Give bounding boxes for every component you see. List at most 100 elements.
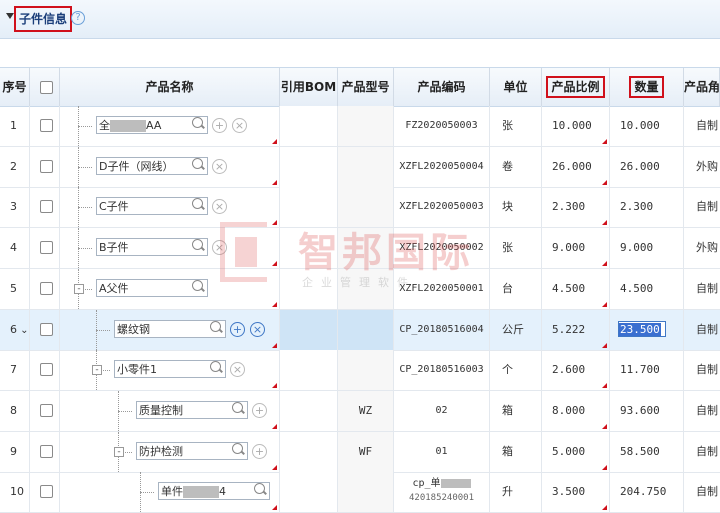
ratio-cell[interactable]: 4.500 <box>542 268 610 309</box>
row-select[interactable] <box>30 350 60 391</box>
ref-bom-cell[interactable] <box>280 187 338 228</box>
product-name-input[interactable]: 防护检测 <box>136 441 248 460</box>
ref-bom-cell[interactable] <box>280 350 338 391</box>
add-child-icon[interactable]: + <box>212 118 227 133</box>
search-icon[interactable] <box>192 239 203 251</box>
product-name-input[interactable]: B子件 <box>96 238 208 257</box>
row-checkbox[interactable] <box>40 241 53 255</box>
remove-icon[interactable]: × <box>232 118 247 133</box>
row-checkbox[interactable] <box>40 281 53 295</box>
redacted-text <box>440 478 471 488</box>
row-checkbox[interactable] <box>40 485 53 499</box>
ref-bom-cell[interactable] <box>280 228 338 269</box>
product-name-input[interactable]: C子件 <box>96 197 208 216</box>
ratio-cell[interactable]: 5.222 <box>542 309 610 350</box>
row-checkbox[interactable] <box>40 322 53 336</box>
qty-cell[interactable]: 4.500 <box>610 268 684 309</box>
remove-icon[interactable]: × <box>250 321 265 337</box>
product-name-input[interactable]: D子件（网线） <box>96 156 208 175</box>
product-name-input[interactable]: 质量控制 <box>136 400 248 419</box>
row-select[interactable] <box>30 106 60 146</box>
ref-bom-cell[interactable] <box>280 390 338 431</box>
select-all-checkbox[interactable] <box>40 81 53 94</box>
search-icon[interactable] <box>192 198 203 210</box>
product-name-input[interactable]: A父件 <box>96 278 208 297</box>
row-seq-text: 10 <box>10 485 24 499</box>
help-icon[interactable]: ? <box>71 11 85 25</box>
col-select-all[interactable] <box>30 68 60 106</box>
ratio-cell[interactable]: 26.000 <box>542 146 610 187</box>
qty-input[interactable]: 23.500 <box>618 320 666 337</box>
qty-cell[interactable]: 2.300 <box>610 187 684 228</box>
qty-cell[interactable]: 11.700 <box>610 350 684 391</box>
ratio-cell[interactable]: 2.600 <box>542 350 610 391</box>
row-checkbox[interactable] <box>40 119 53 132</box>
qty-cell[interactable]: 9.000 <box>610 228 684 269</box>
qty-cell[interactable]: 58.500 <box>610 431 684 472</box>
ratio-cell[interactable]: 3.500 <box>542 472 610 513</box>
search-icon[interactable] <box>232 401 243 413</box>
row-select[interactable] <box>30 228 60 269</box>
section-title[interactable]: 子件信息 <box>14 6 73 32</box>
table-row: 4 B子件 × XZFL2020050002 张 9.000 9.000 外购 <box>0 228 720 270</box>
tree-expander-icon[interactable]: - <box>92 365 102 376</box>
product-name-input[interactable]: 小零件1 <box>114 360 226 379</box>
collapse-triangle-icon[interactable] <box>6 13 14 19</box>
required-marker <box>272 505 277 511</box>
search-icon[interactable] <box>192 279 203 291</box>
product-name-cell: 单件 4 <box>60 472 280 513</box>
row-seq-text: 2 <box>10 159 17 173</box>
qty-cell[interactable]: 204.750 <box>610 472 684 513</box>
search-icon[interactable] <box>254 483 265 495</box>
row-select[interactable] <box>30 146 60 187</box>
row-select[interactable] <box>30 309 60 350</box>
ref-bom-cell[interactable] <box>280 268 338 309</box>
chevron-down-icon[interactable]: ⌄ <box>17 325 28 336</box>
unit-text: 升 <box>502 485 513 499</box>
qty-cell[interactable]: 93.600 <box>610 390 684 431</box>
row-select[interactable] <box>30 187 60 228</box>
required-marker <box>602 505 607 511</box>
search-icon[interactable] <box>192 157 203 169</box>
ratio-cell[interactable]: 9.000 <box>542 228 610 269</box>
qty-cell[interactable]: 26.000 <box>610 146 684 187</box>
add-child-icon[interactable]: + <box>230 321 245 337</box>
add-child-icon[interactable]: + <box>252 443 267 459</box>
row-select[interactable] <box>30 268 60 309</box>
ref-bom-cell[interactable] <box>280 431 338 472</box>
search-icon[interactable] <box>210 320 221 332</box>
search-icon[interactable] <box>232 442 243 454</box>
table-row: 2 D子件（网线） × XZFL2020050004 卷 26.000 26.000 外购 <box>0 146 720 188</box>
ref-bom-cell[interactable] <box>280 472 338 513</box>
tree-expander-icon[interactable]: - <box>74 283 84 294</box>
remove-icon[interactable]: × <box>212 199 227 215</box>
remove-icon[interactable]: × <box>212 158 227 174</box>
row-checkbox[interactable] <box>40 444 53 458</box>
row-checkbox[interactable] <box>40 363 53 377</box>
qty-cell[interactable]: 10.000 <box>610 106 684 146</box>
row-select[interactable] <box>30 390 60 431</box>
search-icon[interactable] <box>210 361 221 373</box>
add-child-icon[interactable]: + <box>252 402 267 418</box>
product-name-input[interactable]: 全 AA <box>96 116 208 134</box>
ref-bom-cell[interactable] <box>280 146 338 187</box>
remove-icon[interactable]: × <box>212 240 227 256</box>
product-name-input[interactable]: 单件 4 <box>158 482 270 501</box>
ratio-cell[interactable]: 2.300 <box>542 187 610 228</box>
remove-icon[interactable]: × <box>230 362 245 378</box>
row-checkbox[interactable] <box>40 200 53 214</box>
ref-bom-cell[interactable] <box>280 309 338 350</box>
ratio-cell[interactable]: 10.000 <box>542 106 610 146</box>
qty-cell[interactable]: 23.500 <box>610 309 684 350</box>
row-select[interactable] <box>30 472 60 513</box>
row-checkbox[interactable] <box>40 159 53 173</box>
tree-expander-icon[interactable]: - <box>114 446 124 457</box>
product-name-input[interactable]: 螺纹钢 <box>114 319 226 338</box>
ratio-cell[interactable]: 5.000 <box>542 431 610 472</box>
ratio-cell[interactable]: 8.000 <box>542 390 610 431</box>
row-checkbox[interactable] <box>40 403 53 417</box>
table-row: 1 全 AA + × FZ2020050003 张 10.000 10.000 自制 <box>0 106 720 147</box>
ref-bom-cell[interactable] <box>280 106 338 146</box>
row-select[interactable] <box>30 431 60 472</box>
search-icon[interactable] <box>192 117 203 128</box>
